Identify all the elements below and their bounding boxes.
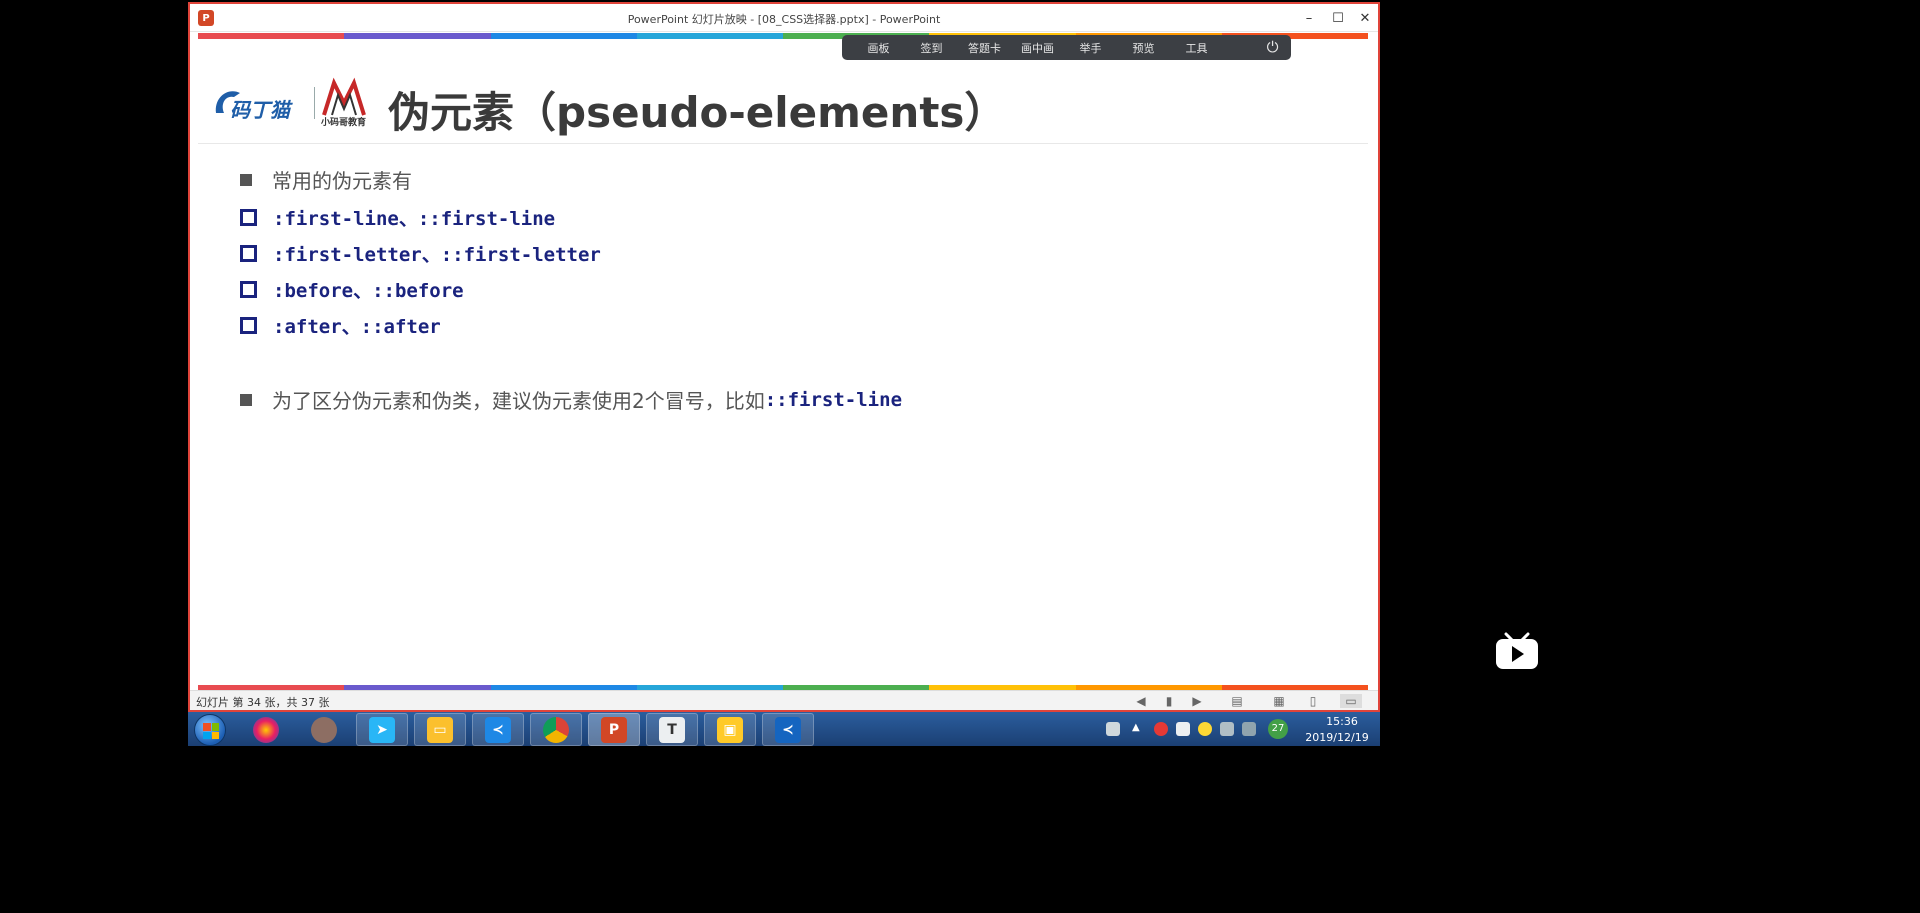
start-button[interactable] — [194, 714, 226, 746]
taskbar-powerpoint[interactable]: P — [588, 713, 640, 746]
tray-red-app-icon[interactable] — [1154, 722, 1168, 736]
taskbar-file-explorer[interactable]: ▭ — [414, 713, 466, 746]
bullet-code: :first-line、::first-line — [273, 208, 556, 230]
clock-date[interactable]: 2019/12/19 — [1302, 731, 1372, 744]
slide-menu-icon[interactable]: ▮ — [1162, 694, 1176, 708]
toolbar-answer-card[interactable]: 答题卡 — [958, 40, 1011, 56]
taskbar-chrome[interactable] — [530, 713, 582, 746]
windows-logo-icon — [203, 723, 219, 739]
bullet-first-letter: :first-letter、::first-letter — [240, 240, 601, 267]
chrome-icon — [543, 716, 569, 743]
previous-slide-icon[interactable]: ◀ — [1134, 694, 1148, 708]
hollow-square-bullet-icon — [240, 245, 257, 262]
status-bar: 幻灯片 第 34 张，共 37 张 ◀ ▮ ▶ ▤ ▦ ▯ ▭ — [190, 690, 1378, 710]
taskbar-avatar-app[interactable] — [298, 713, 350, 746]
slideshow-toolbar: 画板 签到 答题卡 画中画 举手 预览 工具 ⏻ — [842, 35, 1291, 60]
bullet-code: :first-letter、::first-letter — [273, 244, 601, 266]
bullet-before: :before、::before — [240, 276, 464, 303]
toolbar-picture-in-picture[interactable]: 画中画 — [1011, 40, 1064, 56]
taskbar-paint[interactable]: ▣ — [704, 713, 756, 746]
vscode-icon: ≺ — [485, 716, 511, 743]
taskbar-vscode-2[interactable]: ≺ — [762, 713, 814, 746]
toolbar-tools[interactable]: 工具 — [1170, 40, 1223, 56]
next-slide-icon[interactable]: ▶ — [1190, 694, 1204, 708]
reading-view-icon[interactable]: ▯ — [1306, 694, 1320, 708]
close-button[interactable]: ✕ — [1356, 9, 1374, 27]
logo-area: 码丁猫 小码哥教育 — [212, 77, 372, 127]
tray-yellow-app-icon[interactable] — [1198, 722, 1212, 736]
normal-view-icon[interactable]: ▤ — [1230, 694, 1244, 708]
folder-icon: ▭ — [427, 716, 453, 743]
clock-time[interactable]: 15:36 — [1312, 715, 1372, 728]
slide-title: 伪元素（pseudo-elements） — [388, 88, 1007, 137]
bullet-text: 为了区分伪元素和伪类，建议伪元素使用2个冒号，比如 — [272, 389, 765, 413]
video-play-icon[interactable] — [1494, 630, 1540, 670]
window-title: PowerPoint 幻灯片放映 - [08_CSS选择器.pptx] - Po… — [627, 13, 941, 26]
toolbar-raise-hand[interactable]: 举手 — [1064, 40, 1117, 56]
logo-separator — [314, 87, 315, 119]
square-bullet-icon — [240, 393, 252, 406]
bullet-first-line: :first-line、::first-line — [240, 204, 555, 231]
windows-taskbar: ➤ ▭ ≺ P T ▣ ≺ ▲ 27 15:36 2019/12/19 — [188, 712, 1380, 746]
tray-expand-icon[interactable]: ▲ — [1132, 722, 1146, 736]
slide-canvas: 码丁猫 小码哥教育 伪元素（pseudo-elements） 常用的伪元素有 :… — [198, 39, 1368, 685]
maximize-button[interactable]: ☐ — [1329, 9, 1347, 27]
vscode-icon: ≺ — [775, 716, 801, 743]
tray-badge[interactable]: 27 — [1268, 719, 1288, 739]
arrow-app-icon: ➤ — [369, 716, 395, 743]
title-divider — [198, 143, 1368, 144]
toolbar-whiteboard[interactable]: 画板 — [852, 40, 905, 56]
paint-icon: ▣ — [717, 716, 743, 743]
taskbar-color-app[interactable] — [240, 713, 292, 746]
bullet-code: ::first-line — [764, 388, 903, 411]
taskbar-typora[interactable]: T — [646, 713, 698, 746]
flower-app-icon — [253, 716, 279, 743]
mading-logo: 码丁猫 — [215, 91, 293, 122]
volume-icon[interactable] — [1242, 722, 1256, 736]
taskbar-arrow-app[interactable]: ➤ — [356, 713, 408, 746]
powerpoint-icon: P — [601, 716, 627, 743]
slide-counter: 幻灯片 第 34 张，共 37 张 — [196, 696, 330, 709]
bullet-after: :after、::after — [240, 312, 441, 339]
bullet-code: :after、::after — [273, 316, 441, 338]
square-bullet-icon — [240, 173, 252, 186]
logo-sub-text: 小码哥教育 — [320, 116, 366, 127]
screen: P PowerPoint 幻灯片放映 - [08_CSS选择器.pptx] - … — [0, 0, 1568, 746]
toolbar-check-in[interactable]: 签到 — [905, 40, 958, 56]
network-icon[interactable] — [1220, 722, 1234, 736]
bullet-code: :before、::before — [273, 280, 464, 302]
slide-sorter-icon[interactable]: ▦ — [1272, 694, 1286, 708]
bullet-text: 常用的伪元素有 — [272, 169, 412, 193]
bullet-common-pseudo-elements: 常用的伪元素有 — [240, 165, 412, 194]
taskbar-vscode[interactable]: ≺ — [472, 713, 524, 746]
minimize-button[interactable]: – — [1300, 9, 1318, 27]
bullet-double-colon-advice: 为了区分伪元素和伪类，建议伪元素使用2个冒号，比如 ::first-line — [240, 385, 902, 414]
power-icon[interactable]: ⏻ — [1264, 39, 1281, 56]
hollow-square-bullet-icon — [240, 317, 257, 334]
toolbar-preview[interactable]: 预览 — [1117, 40, 1170, 56]
keyboard-icon[interactable] — [1106, 722, 1120, 736]
title-bar: P PowerPoint 幻灯片放映 - [08_CSS选择器.pptx] - … — [190, 4, 1378, 32]
person-avatar-icon — [311, 716, 337, 743]
xiaomage-logo: 小码哥教育 — [320, 77, 366, 127]
typora-icon: T — [659, 716, 685, 743]
hollow-square-bullet-icon — [240, 209, 257, 226]
action-center-flag-icon[interactable] — [1176, 722, 1190, 736]
powerpoint-window: P PowerPoint 幻灯片放映 - [08_CSS选择器.pptx] - … — [188, 2, 1380, 712]
logo-brand-text: 码丁猫 — [230, 98, 293, 122]
slideshow-view-icon[interactable]: ▭ — [1340, 694, 1362, 708]
hollow-square-bullet-icon — [240, 281, 257, 298]
